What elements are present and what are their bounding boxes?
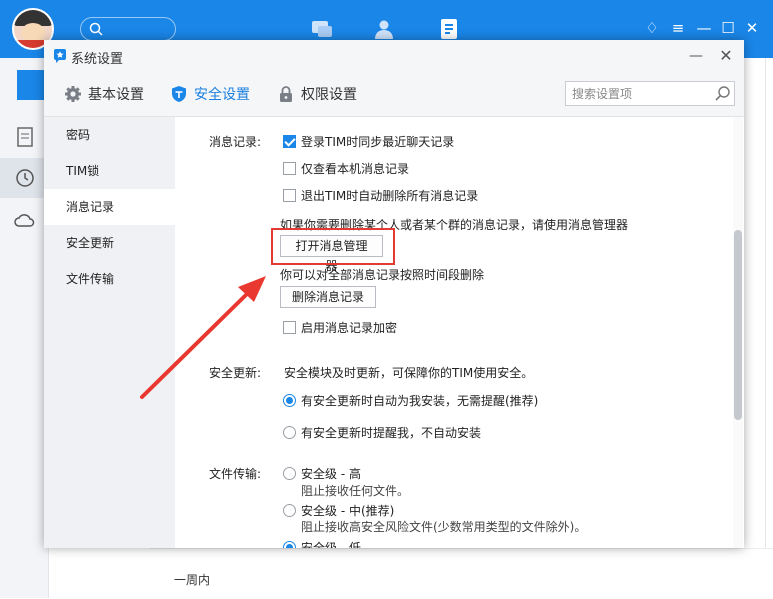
radio-dot — [283, 504, 296, 517]
security-level-medium-desc: 阻止接收高安全风险文件(少数常用类型的文件除外)。 — [301, 520, 587, 534]
file-transfer-label: 文件传输: — [209, 467, 262, 481]
radio-dot — [283, 426, 296, 439]
scrollbar-thumb[interactable] — [734, 230, 742, 420]
close-icon[interactable]: ✕ — [744, 20, 760, 36]
nav-item-file-transfer[interactable]: 文件传输 — [44, 261, 175, 297]
security-level-medium-radio[interactable]: 安全级 - 中(推荐) — [283, 502, 394, 519]
delete-on-exit-checkbox[interactable]: 退出TIM时自动删除所有消息记录 — [283, 187, 478, 204]
tab-permission-settings[interactable]: 权限设置 — [277, 72, 357, 116]
radio-label: 有安全更新时提醒我，不自动安装 — [301, 426, 482, 440]
security-update-label: 安全更新: — [209, 366, 262, 380]
clock-icon[interactable] — [14, 167, 36, 189]
radio-label: 安全级 - 中(推荐) — [301, 504, 395, 518]
cloud-icon[interactable] — [14, 210, 36, 232]
skin-icon[interactable]: ♢ — [644, 20, 660, 36]
main-search-field[interactable] — [80, 17, 176, 41]
menu-icon[interactable]: ≡ — [670, 20, 686, 36]
tim-star-icon — [54, 49, 66, 63]
docs-icon[interactable] — [437, 17, 461, 41]
settings-search-input[interactable] — [572, 85, 707, 102]
delete-message-records-button[interactable]: 删除消息记录 — [280, 286, 376, 308]
shield-icon — [172, 86, 186, 102]
close-icon[interactable]: ✕ — [716, 46, 736, 66]
minimize-icon[interactable]: — — [686, 46, 706, 66]
tab-label: 权限设置 — [301, 87, 357, 103]
search-icon — [89, 22, 103, 36]
radio-label: 安全级 - 低 — [301, 541, 361, 548]
checkbox-label: 启用消息记录加密 — [301, 321, 398, 335]
checkbox-label: 登录TIM时同步最近聊天记录 — [301, 135, 455, 149]
encrypt-records-checkbox[interactable]: 启用消息记录加密 — [283, 319, 397, 336]
gear-icon — [65, 86, 81, 102]
tab-label: 基本设置 — [88, 87, 144, 103]
chat-icon[interactable] — [310, 17, 334, 41]
radio-label: 有安全更新时自动为我安装，无需提醒(推荐) — [301, 394, 539, 408]
security-level-high-desc: 阻止接收任何文件。 — [301, 484, 410, 498]
settings-tabbar: 基本设置 安全设置 权限设置 — [44, 72, 744, 117]
settings-search-box — [565, 81, 735, 106]
search-icon[interactable] — [714, 85, 731, 102]
nav-item-password[interactable]: 密码 — [44, 117, 175, 153]
tab-label: 安全设置 — [194, 87, 250, 103]
settings-content: 消息记录: 登录TIM时同步最近聊天记录 仅查看本机消息记录 退出TIM时自动删… — [175, 117, 744, 548]
radio-dot — [283, 541, 296, 548]
radio-dot — [283, 394, 296, 407]
checkbox-label: 仅查看本机消息记录 — [301, 162, 410, 176]
checkbox-box — [283, 135, 296, 148]
settings-side-nav: 密码 TIM锁 消息记录 安全更新 文件传输 — [44, 117, 175, 548]
contacts-icon[interactable] — [372, 17, 396, 41]
checkbox-box — [283, 162, 296, 175]
auto-install-radio[interactable]: 有安全更新时自动为我安装，无需提醒(推荐) — [283, 392, 538, 409]
sync-recent-chats-checkbox[interactable]: 登录TIM时同步最近聊天记录 — [283, 133, 454, 150]
main-divider — [765, 58, 766, 598]
delete-hint: 你可以对全部消息记录按照时间段删除 — [280, 268, 485, 282]
message-records-label: 消息记录: — [209, 135, 262, 149]
minimize-icon[interactable]: — — [696, 20, 712, 36]
dialog-titlebar[interactable]: 系统设置 — ✕ — [44, 40, 744, 72]
security-level-low-radio[interactable]: 安全级 - 低 — [283, 539, 361, 548]
nav-item-message-records[interactable]: 消息记录 — [44, 189, 175, 225]
checkbox-box — [283, 321, 296, 334]
local-records-only-checkbox[interactable]: 仅查看本机消息记录 — [283, 160, 409, 177]
nav-item-tim-lock[interactable]: TIM锁 — [44, 153, 175, 189]
maximize-icon[interactable]: ☐ — [720, 20, 736, 36]
security-update-description: 安全模块及时更新，可保障你的TIM使用安全。 — [284, 366, 534, 380]
tab-security-settings[interactable]: 安全设置 — [170, 72, 250, 116]
security-level-high-radio[interactable]: 安全级 - 高 — [283, 465, 361, 482]
tab-basic-settings[interactable]: 基本设置 — [64, 72, 144, 116]
highlight-box — [271, 228, 395, 265]
document-icon[interactable] — [14, 126, 36, 148]
radio-label: 安全级 - 高 — [301, 467, 361, 481]
lock-icon — [280, 86, 292, 102]
dialog-title: 系统设置 — [71, 52, 124, 67]
radio-dot — [283, 467, 296, 480]
list-item[interactable]: 一周内 — [150, 548, 773, 599]
checkbox-box — [283, 189, 296, 202]
remind-me-radio[interactable]: 有安全更新时提醒我，不自动安装 — [283, 424, 481, 441]
system-settings-dialog: 系统设置 — ✕ 基本设置 安全设置 权限设置 搜索设置项 密码 TIM锁 消息… — [44, 40, 744, 548]
nav-item-security-update[interactable]: 安全更新 — [44, 225, 175, 261]
list-item-label: 一周内 — [174, 573, 211, 587]
checkbox-label: 退出TIM时自动删除所有消息记录 — [301, 189, 479, 203]
